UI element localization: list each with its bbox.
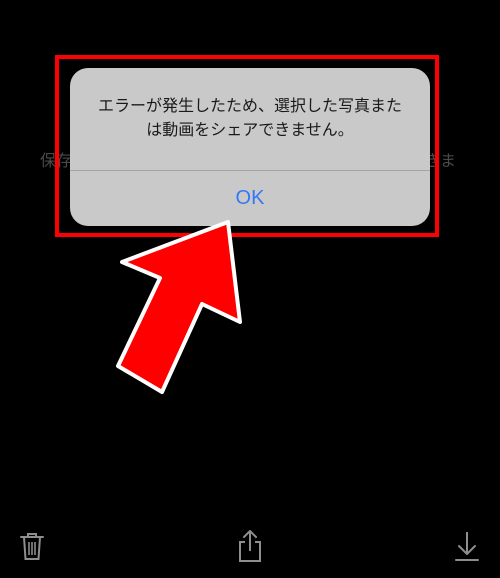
highlight-annotation-box: [55, 55, 439, 237]
trash-icon[interactable]: [14, 526, 50, 566]
share-icon[interactable]: [232, 526, 268, 566]
download-icon[interactable]: [449, 526, 485, 566]
